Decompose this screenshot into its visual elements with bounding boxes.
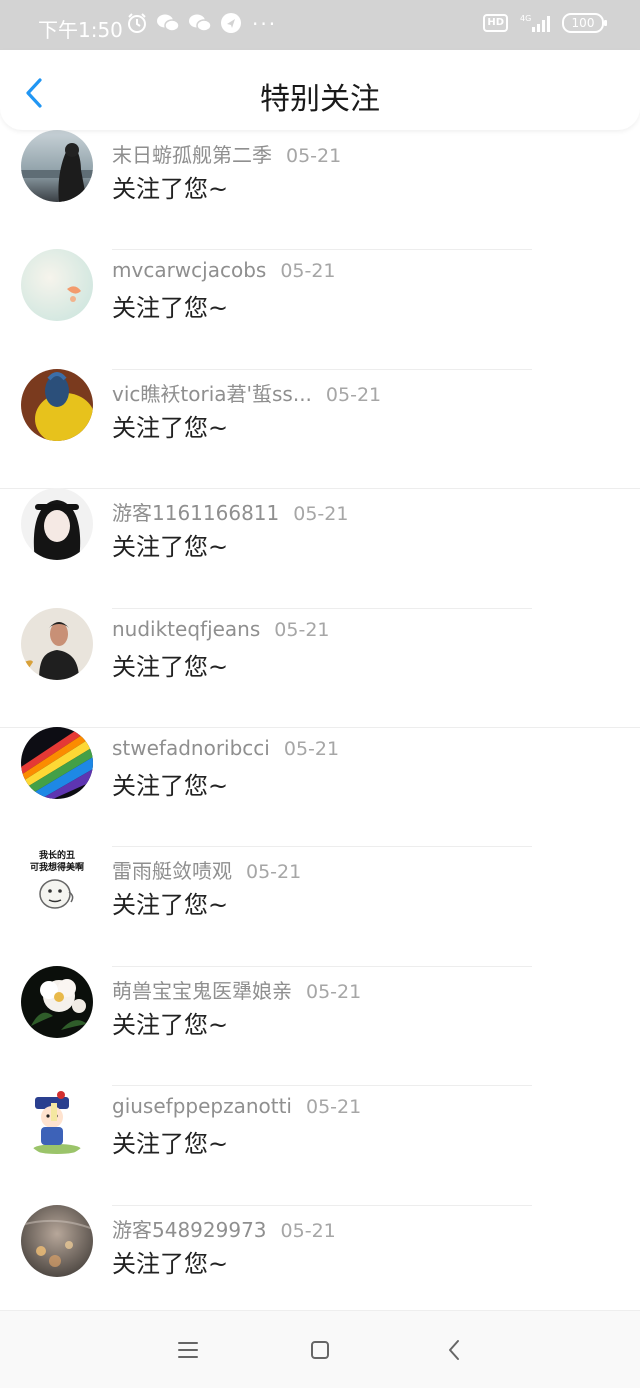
hd-voice-icon: HD	[483, 14, 508, 32]
menu-button[interactable]	[173, 1335, 203, 1365]
list-item[interactable]: 游客1161166811 05-21 关注了您~	[0, 488, 640, 609]
notification-meta: nudikteqfjeans 05-21	[112, 617, 330, 641]
list-item[interactable]: 末日蝣孤舰第二季 05-21 关注了您~	[0, 130, 640, 251]
list-item[interactable]: stwefadnoribcci 05-21 关注了您~	[0, 726, 640, 848]
user-name[interactable]: giusefppepzanotti	[112, 1094, 292, 1118]
notification-meta: 末日蝣孤舰第二季 05-21	[112, 139, 341, 168]
notification-message: 关注了您~	[112, 891, 229, 920]
avatar[interactable]	[21, 130, 93, 202]
notification-message: 关注了您~	[112, 771, 229, 800]
notification-date: 05-21	[286, 145, 342, 167]
more-notifications-dots: ···	[252, 12, 278, 36]
list-item[interactable]: giusefppepzanotti 05-21 关注了您~	[0, 1085, 640, 1206]
notification-meta: mvcarwcjacobs 05-21	[112, 258, 336, 282]
battery-level: 100	[571, 16, 595, 30]
notification-date: 05-21	[293, 503, 349, 526]
avatar[interactable]	[21, 726, 93, 799]
notification-meta: vic瞧袄toria莙'蜇ss... 05-21	[112, 378, 381, 407]
notification-meta: giusefppepzanotti 05-21	[112, 1094, 361, 1118]
system-back-button[interactable]	[440, 1335, 470, 1365]
notification-date: 05-21	[325, 383, 382, 406]
notification-message: 关注了您~	[112, 1130, 229, 1159]
notification-date: 05-21	[246, 861, 302, 884]
home-button[interactable]	[305, 1335, 335, 1365]
network-type-label: 4G	[520, 14, 531, 23]
user-name[interactable]: stwefadnoribcci	[112, 736, 270, 760]
notification-list: 末日蝣孤舰第二季 05-21 关注了您~ mvcarwcjacobs 05-21 关…	[0, 130, 640, 1325]
notification-date: 05-21	[280, 1219, 336, 1242]
notification-date: 05-21	[280, 260, 336, 283]
notification-message: 关注了您~	[112, 533, 229, 562]
app-notification-icon	[221, 13, 241, 33]
avatar[interactable]	[21, 607, 93, 680]
avatar[interactable]	[21, 1085, 93, 1158]
notification-message: 关注了您~	[112, 1249, 229, 1278]
meme-text-line: 可我想得美啊	[30, 861, 84, 873]
alarm-icon	[128, 13, 146, 33]
avatar[interactable]	[21, 965, 93, 1038]
wechat-icon	[157, 14, 180, 32]
user-name[interactable]: mvcarwcjacobs	[112, 258, 266, 282]
notification-date: 05-21	[306, 1096, 362, 1119]
avatar[interactable]: 我长的丑 可我想得美啊	[21, 846, 93, 919]
list-item[interactable]: 萌兽宝宝鬼医犟娘亲 05-21 关注了您~	[0, 965, 640, 1087]
status-notification-icons	[126, 12, 242, 34]
wechat-icon	[189, 14, 212, 32]
list-item[interactable]: mvcarwcjacobs 05-21 关注了您~	[0, 249, 640, 370]
page-title: 特别关注	[260, 82, 380, 117]
notification-message: 关注了您~	[112, 175, 229, 203]
status-bar: 下午1:50 ··· HD 4G 100	[0, 0, 640, 50]
signal-icon: 4G	[520, 14, 550, 32]
status-system-icons: HD 4G 100	[483, 13, 607, 33]
notification-meta: 游客1161166811 05-21	[112, 497, 348, 526]
system-navigation-bar	[0, 1310, 640, 1388]
notification-date: 05-21	[274, 618, 330, 641]
avatar[interactable]	[21, 488, 93, 561]
avatar[interactable]	[21, 249, 93, 322]
square-home-icon	[311, 1341, 329, 1359]
user-name[interactable]: nudikteqfjeans	[112, 617, 260, 641]
notification-message: 关注了您~	[112, 1010, 229, 1039]
list-item[interactable]: 我长的丑 可我想得美啊 雷雨艇敛啧观 05-21 关注了您~	[0, 846, 640, 967]
list-item[interactable]: 游客548929973 05-21 关注了您~	[0, 1204, 640, 1325]
battery-icon: 100	[562, 13, 607, 33]
avatar[interactable]	[21, 368, 93, 441]
notification-date: 05-21	[306, 980, 362, 1003]
avatar[interactable]	[21, 1204, 93, 1277]
user-name[interactable]: 游客1161166811	[112, 501, 279, 525]
menu-icon	[178, 1342, 198, 1358]
back-arrow-icon	[449, 1340, 459, 1360]
meme-text-line: 我长的丑	[39, 849, 75, 861]
user-name[interactable]: vic瞧袄toria莙'蜇ss...	[112, 382, 312, 406]
notification-meta: 雷雨艇敛啧观 05-21	[112, 855, 301, 884]
notification-meta: 萌兽宝宝鬼医犟娘亲 05-21	[112, 975, 361, 1004]
user-name[interactable]: 雷雨艇敛啧观	[112, 859, 232, 883]
notification-date: 05-21	[283, 737, 340, 760]
list-item[interactable]: vic瞧袄toria莙'蜇ss... 05-21 关注了您~	[0, 368, 640, 490]
notification-meta: 游客548929973 05-21	[112, 1214, 336, 1243]
notification-message: 关注了您~	[112, 294, 229, 323]
list-item[interactable]: nudikteqfjeans 05-21 关注了您~	[0, 607, 640, 728]
user-name[interactable]: 末日蝣孤舰第二季	[112, 143, 272, 167]
notification-message: 关注了您~	[112, 413, 229, 442]
notification-meta: stwefadnoribcci 05-21	[112, 736, 339, 760]
user-name[interactable]: 游客548929973	[112, 1218, 267, 1242]
notification-message: 关注了您~	[112, 652, 229, 681]
status-time: 下午1:50	[38, 18, 123, 42]
user-name[interactable]: 萌兽宝宝鬼医犟娘亲	[112, 979, 292, 1003]
header: 特别关注	[0, 50, 640, 130]
